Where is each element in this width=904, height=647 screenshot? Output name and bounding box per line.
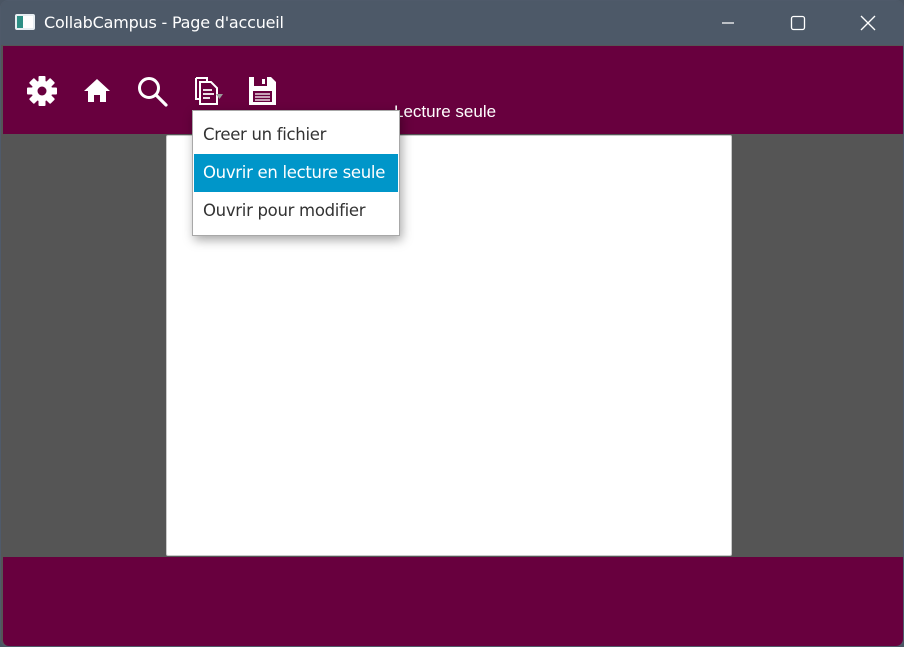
file-dropdown-menu: Creer un fichier Ouvrir en lecture seule… — [192, 110, 400, 236]
toolbar: Lecture seule — [3, 46, 903, 134]
file-menu-icon — [195, 77, 223, 105]
app-logo-icon — [15, 14, 35, 30]
save-icon — [249, 77, 276, 105]
title-bar[interactable]: CollabCampus - Page d'accueil — [1, 1, 903, 45]
save-button[interactable] — [245, 74, 279, 108]
home-button[interactable] — [80, 74, 114, 108]
settings-button[interactable] — [25, 74, 59, 108]
menu-item-open-read-only[interactable]: Ouvrir en lecture seule — [194, 154, 398, 192]
minimize-icon — [722, 22, 734, 24]
mode-label: Lecture seule — [394, 102, 497, 121]
minimize-button[interactable] — [705, 1, 751, 45]
footer-bar — [3, 557, 903, 646]
workspace — [3, 134, 903, 556]
app-window: CollabCampus - Page d'accueil Lecture se… — [0, 0, 904, 647]
maximize-icon — [790, 15, 806, 31]
file-menu-button[interactable] — [190, 74, 224, 108]
search-icon — [138, 77, 168, 107]
maximize-button[interactable] — [775, 1, 821, 45]
window-title: CollabCampus - Page d'accueil — [44, 13, 284, 32]
close-button[interactable] — [845, 1, 891, 45]
search-button[interactable] — [135, 74, 169, 108]
home-icon — [84, 79, 110, 102]
close-icon — [860, 15, 876, 31]
menu-item-open-edit[interactable]: Ouvrir pour modifier — [194, 192, 398, 230]
menu-item-create-file[interactable]: Creer un fichier — [194, 116, 398, 154]
gear-icon — [27, 76, 57, 106]
